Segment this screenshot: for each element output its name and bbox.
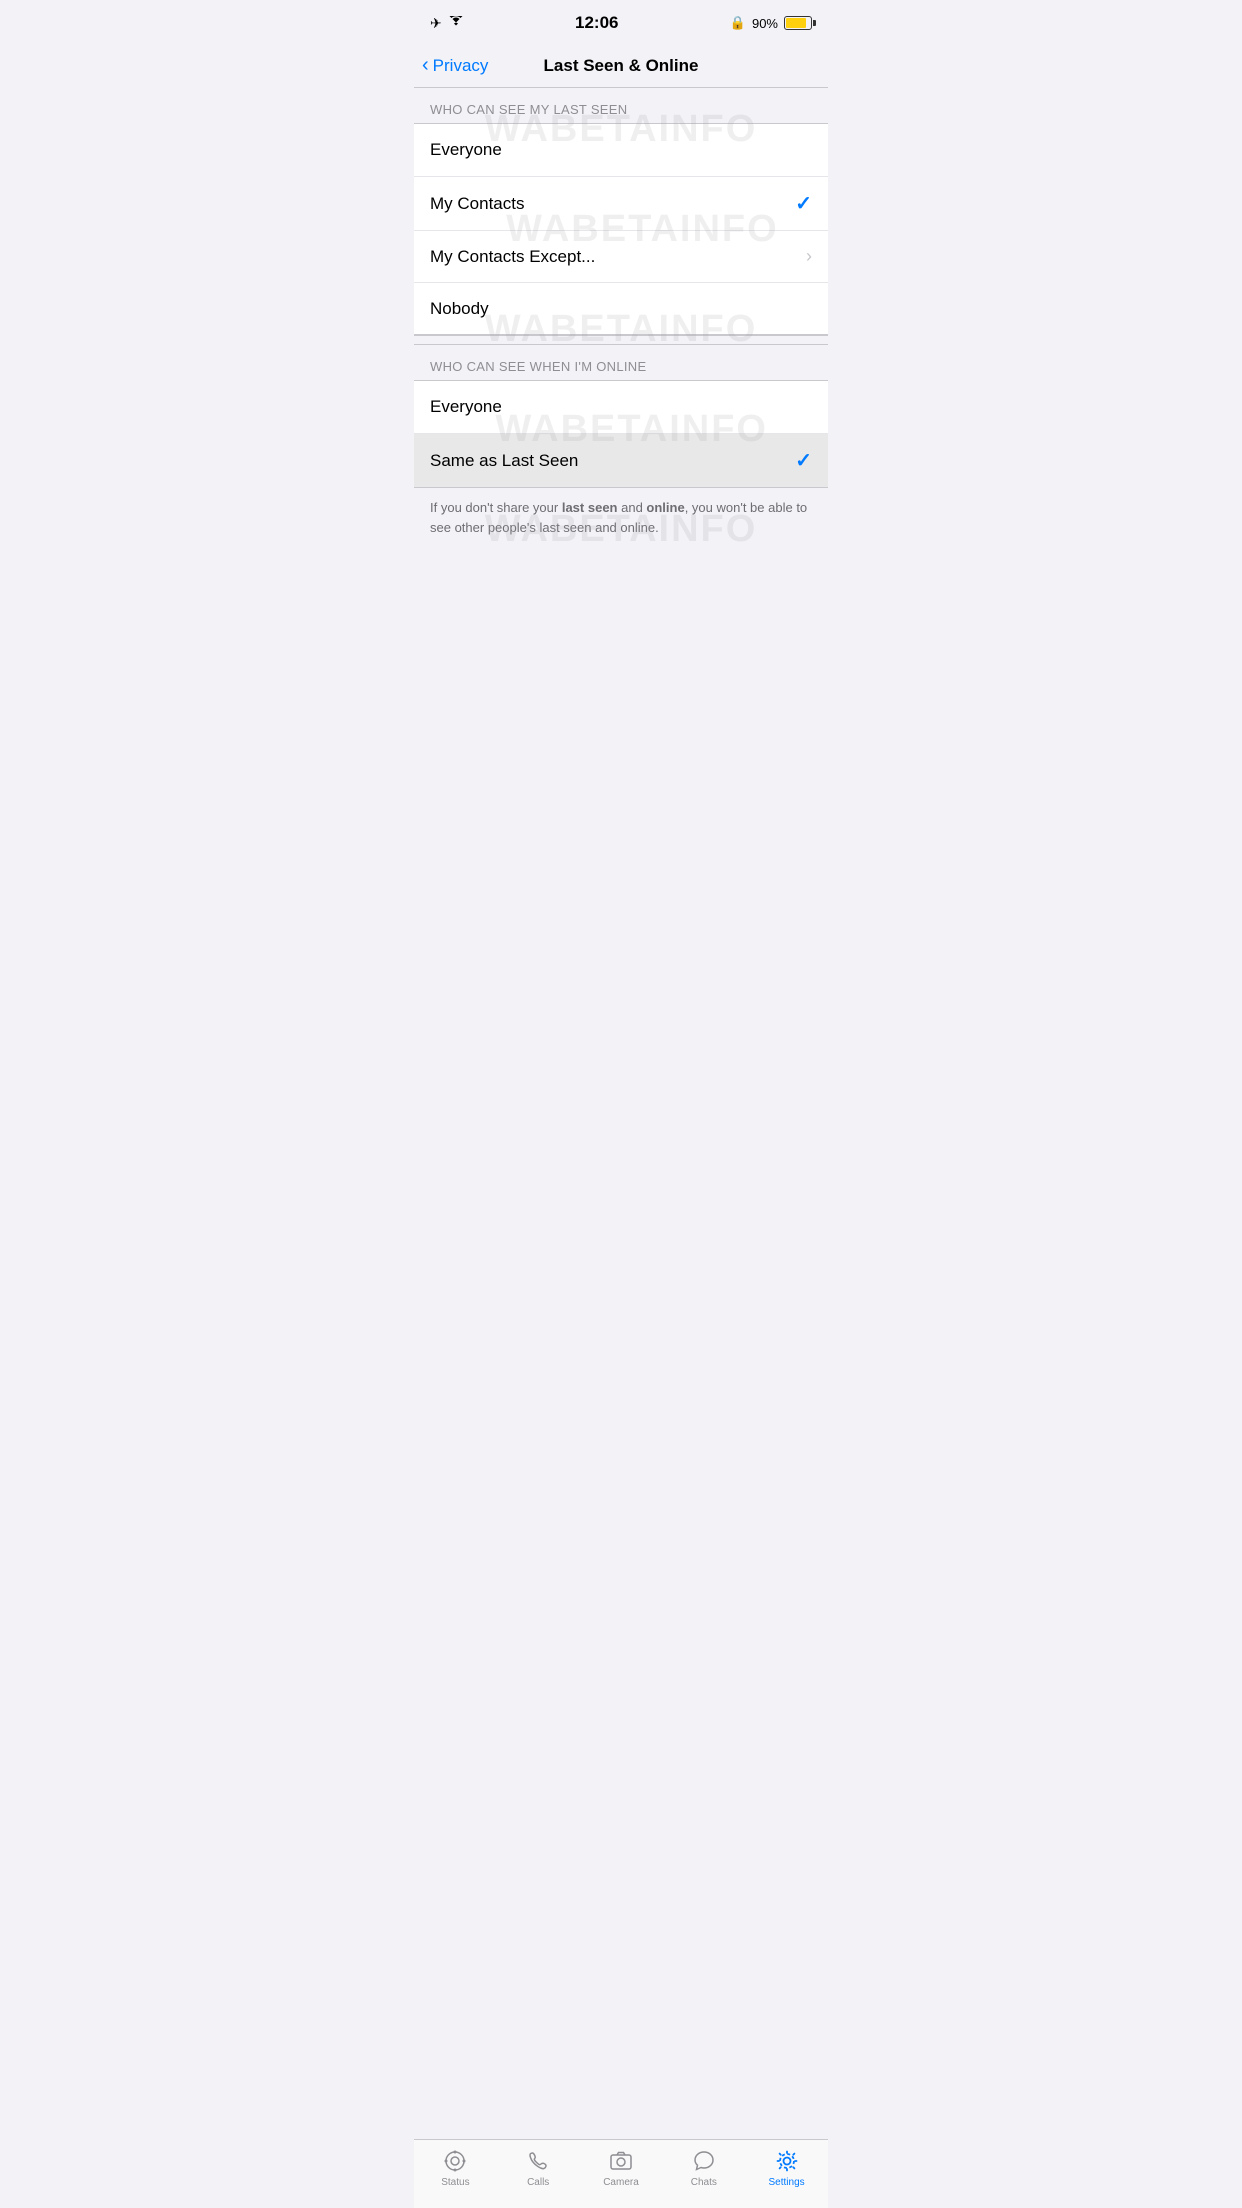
settings-tab-label: Settings [769,2177,805,2188]
row-right-same-as-last-seen: ✓ [795,448,812,473]
online-option-everyone[interactable]: Everyone [414,381,828,433]
tab-item-status[interactable]: Status [414,2148,497,2188]
online-options-group: Everyone Same as Last Seen ✓ [414,380,828,488]
tab-item-chats[interactable]: Chats [662,2148,745,2188]
info-text-part1: If you don't share your [430,500,562,515]
status-right: 🔒 90% [730,15,812,31]
tab-item-settings[interactable]: Settings [745,2148,828,2188]
status-time: 12:06 [575,13,618,33]
chevron-right-icon: › [806,246,812,267]
status-tab-label: Status [441,2177,469,2188]
option-label-everyone: Everyone [430,140,502,160]
last-seen-option-my-contacts-except[interactable]: My Contacts Except... › [414,230,828,282]
row-right-my-contacts-except: › [806,246,812,267]
online-section-header: WHO CAN SEE WHEN I'M ONLINE [414,345,828,380]
info-text-part2: and [618,500,647,515]
option-label-my-contacts: My Contacts [430,194,524,214]
last-seen-option-nobody[interactable]: Nobody [414,282,828,334]
status-tab-icon [442,2148,468,2174]
wifi-icon [448,15,464,31]
tab-item-camera[interactable]: Camera [580,2148,663,2188]
main-content: WHO CAN SEE MY LAST SEEN Everyone My Con… [414,88,828,637]
status-bar: ✈ 12:06 🔒 90% [414,0,828,44]
option-label-online-everyone: Everyone [430,397,502,417]
option-label-same-as-last-seen: Same as Last Seen [430,451,578,471]
battery-percent: 90% [752,16,778,31]
option-label-nobody: Nobody [430,299,489,319]
option-label-my-contacts-except: My Contacts Except... [430,247,595,267]
page-title: Last Seen & Online [544,56,699,76]
back-chevron-icon: ‹ [422,55,429,75]
online-option-same-as-last-seen[interactable]: Same as Last Seen ✓ [414,433,828,487]
camera-tab-label: Camera [603,2177,639,2188]
battery-icon [784,16,812,30]
row-right-my-contacts: ✓ [795,191,812,216]
tab-bar: Status Calls Camera Chats [414,2139,828,2208]
info-text: If you don't share your last seen and on… [414,488,828,553]
last-seen-option-my-contacts[interactable]: My Contacts ✓ [414,176,828,230]
info-bold-online: online [646,500,684,515]
tab-item-calls[interactable]: Calls [497,2148,580,2188]
section-spacer [414,335,828,345]
calls-tab-icon [525,2148,551,2174]
airplane-icon: ✈ [430,15,442,32]
last-seen-option-everyone[interactable]: Everyone [414,124,828,176]
settings-tab-icon [774,2148,800,2174]
checkmark-icon: ✓ [795,191,812,216]
last-seen-section-header: WHO CAN SEE MY LAST SEEN [414,88,828,123]
status-left: ✈ [430,15,464,32]
nav-bar: ‹ Privacy Last Seen & Online [414,44,828,88]
chats-tab-icon [691,2148,717,2174]
calls-tab-label: Calls [527,2177,549,2188]
lock-icon: 🔒 [730,15,746,31]
checkmark-online-icon: ✓ [795,448,812,473]
back-label: Privacy [433,56,489,76]
info-bold-last-seen: last seen [562,500,618,515]
chats-tab-label: Chats [691,2177,717,2188]
back-button[interactable]: ‹ Privacy [422,56,488,76]
camera-tab-icon [608,2148,634,2174]
last-seen-options-group: Everyone My Contacts ✓ My Contacts Excep… [414,123,828,335]
